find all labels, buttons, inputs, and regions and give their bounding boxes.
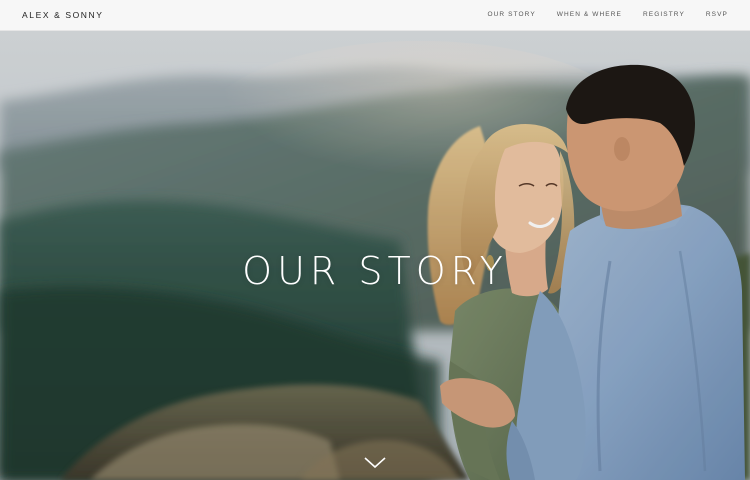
hero-section: OUR STORY: [0, 31, 750, 480]
nav-link-registry[interactable]: REGISTRY: [643, 11, 685, 18]
top-navbar: ALEX & SONNY OUR STORY WHEN & WHERE REGI…: [0, 0, 750, 31]
nav-link-our-story[interactable]: OUR STORY: [487, 11, 535, 18]
hero-title: OUR STORY: [242, 249, 508, 294]
nav-link-when-where[interactable]: WHEN & WHERE: [557, 11, 622, 18]
nav-link-rsvp[interactable]: RSVP: [706, 11, 728, 18]
main-nav: OUR STORY WHEN & WHERE REGISTRY RSVP: [487, 11, 728, 18]
page: ALEX & SONNY OUR STORY WHEN & WHERE REGI…: [0, 0, 750, 480]
site-brand-link[interactable]: ALEX & SONNY: [22, 10, 104, 20]
chevron-down-icon[interactable]: [364, 457, 386, 469]
